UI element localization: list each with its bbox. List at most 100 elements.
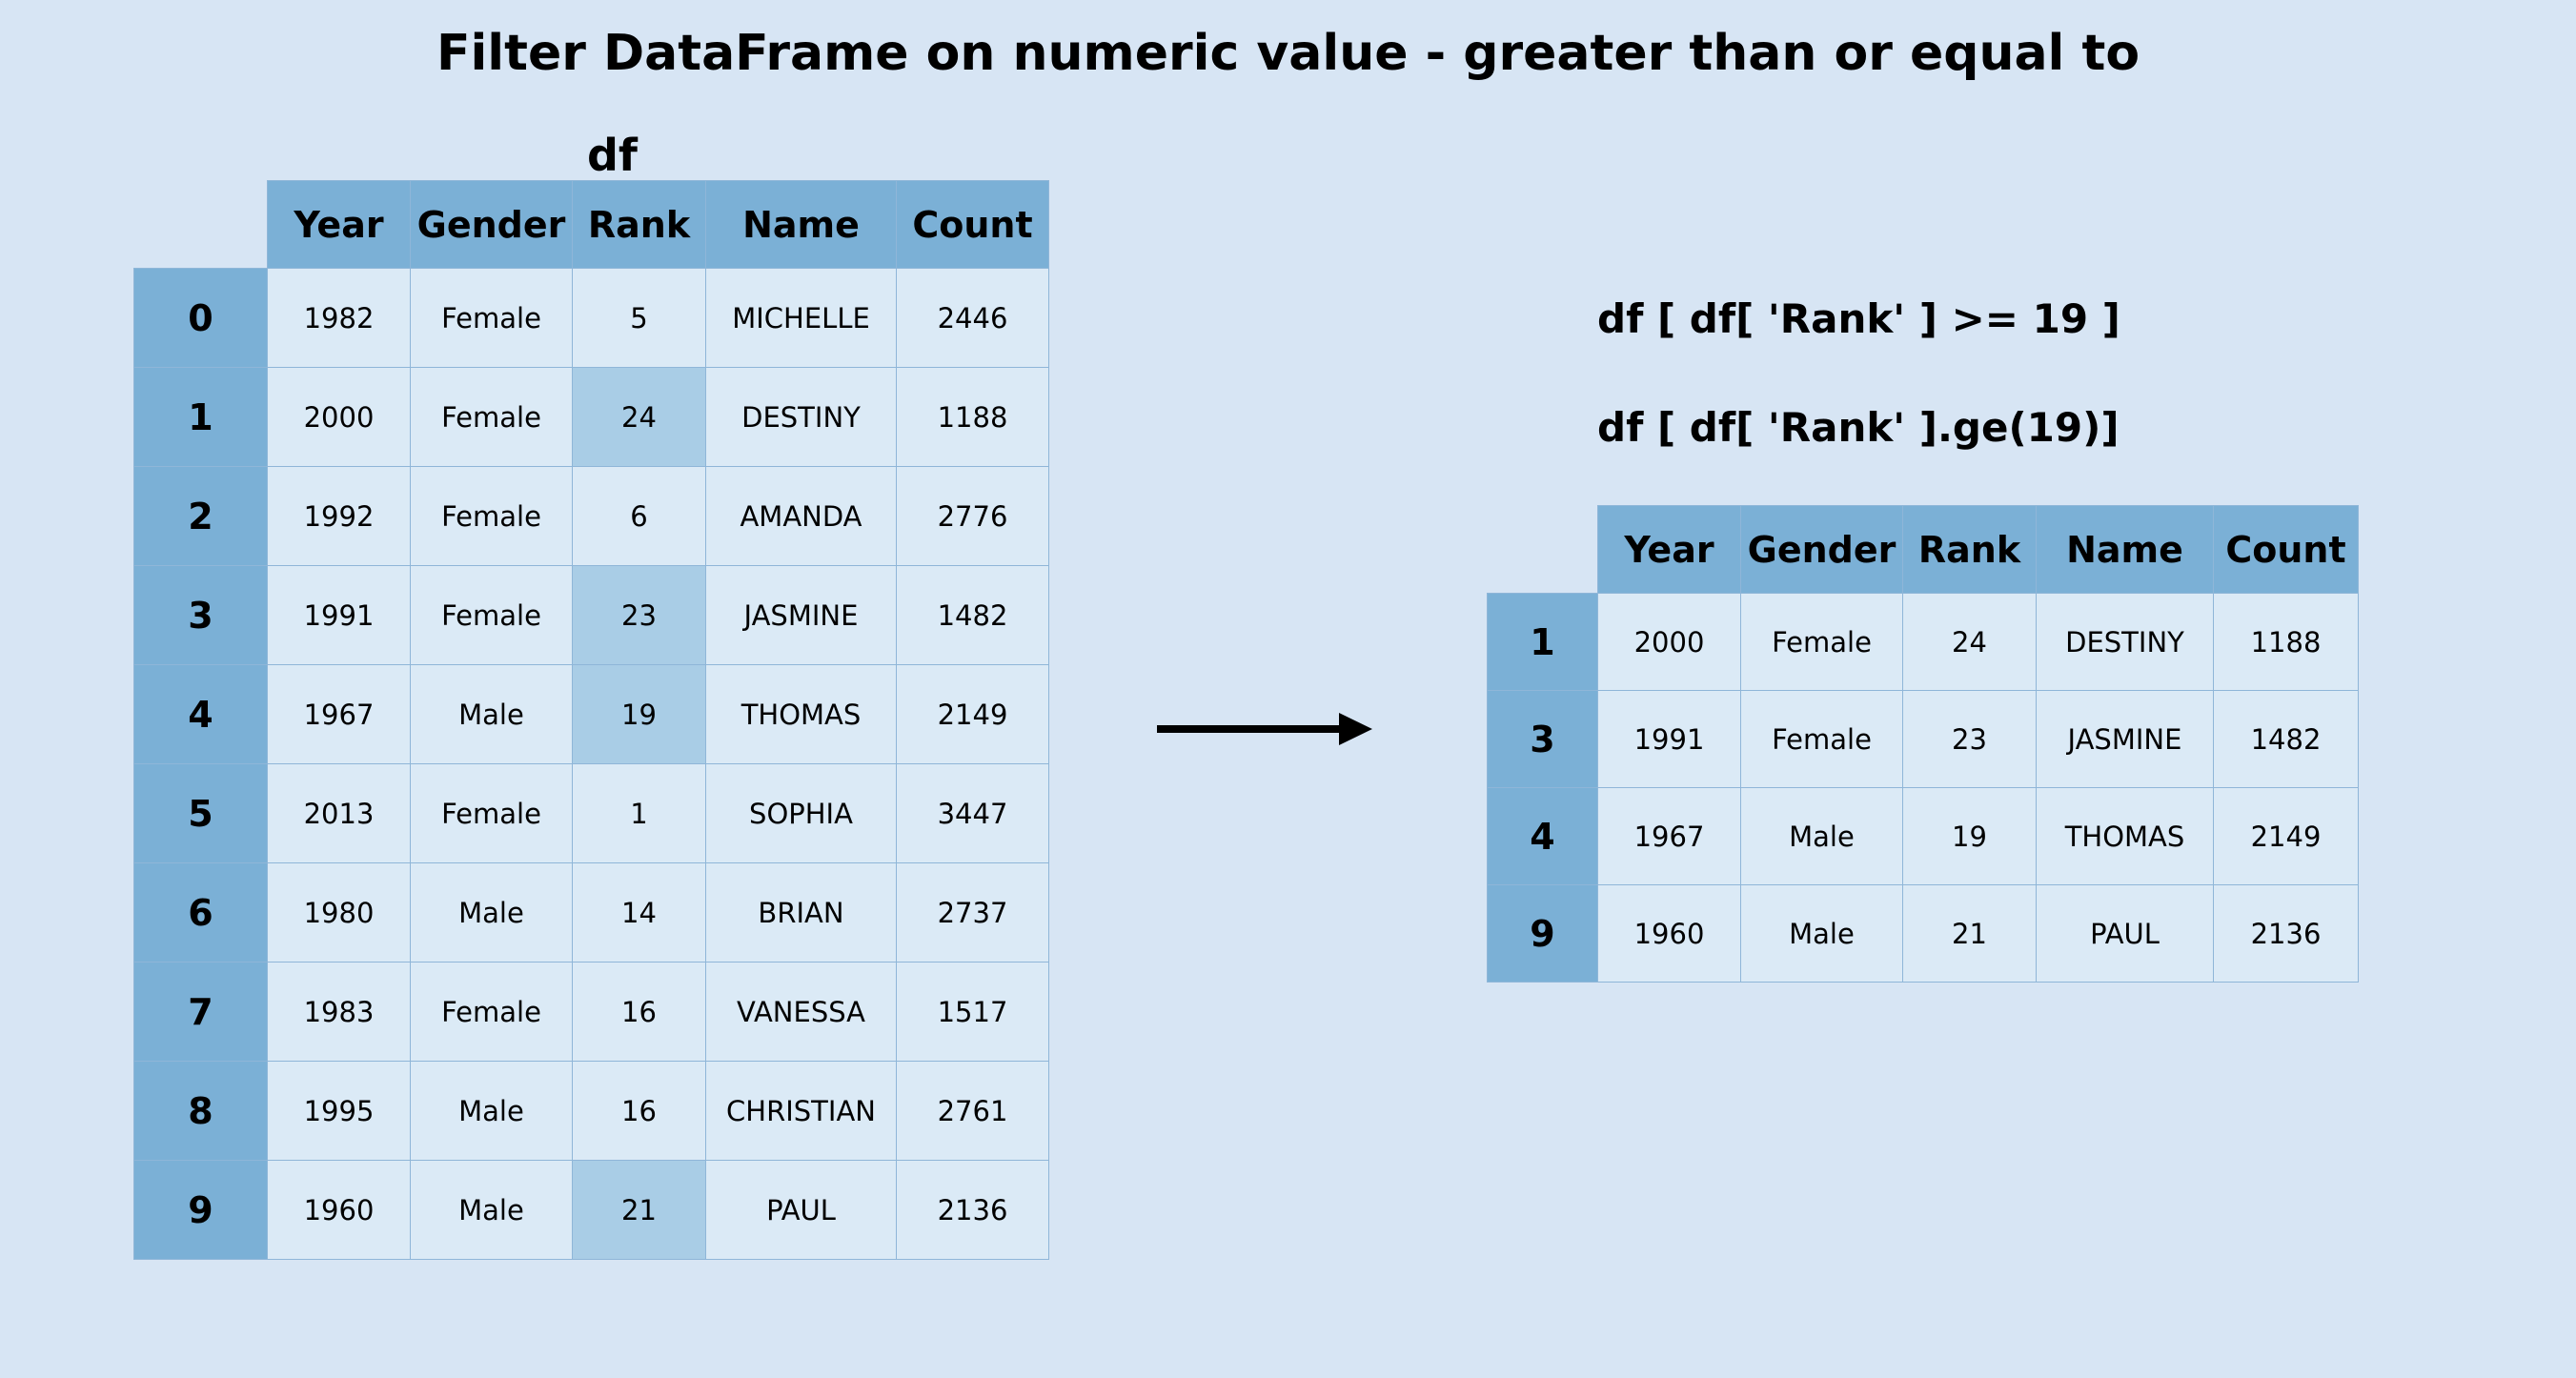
cell: 2000 — [1598, 594, 1741, 691]
cell: Female — [411, 764, 573, 863]
cell: Male — [1741, 885, 1903, 983]
row-index: 9 — [1488, 885, 1598, 983]
row-index: 1 — [1488, 594, 1598, 691]
cell: JASMINE — [2037, 691, 2214, 788]
table-row: 12000Female24DESTINY1188 — [134, 368, 1049, 467]
cell: 1482 — [2214, 691, 2359, 788]
cell: Male — [411, 1161, 573, 1260]
cell: 21 — [573, 1161, 706, 1260]
cell: 23 — [1903, 691, 2037, 788]
table-row: 31991Female23JASMINE1482 — [134, 566, 1049, 665]
cell: 2737 — [897, 863, 1049, 963]
cell: PAUL — [2037, 885, 2214, 983]
row-index: 4 — [1488, 788, 1598, 885]
cell: 1967 — [268, 665, 411, 764]
cell: PAUL — [706, 1161, 897, 1260]
row-index: 2 — [134, 467, 268, 566]
table-corner — [1488, 506, 1598, 594]
cell: 1991 — [1598, 691, 1741, 788]
cell: 24 — [1903, 594, 2037, 691]
cell: 1983 — [268, 963, 411, 1062]
cell: Male — [411, 1062, 573, 1161]
cell: 1482 — [897, 566, 1049, 665]
cell: Female — [411, 269, 573, 368]
table-row: 91960Male21PAUL2136 — [1488, 885, 2359, 983]
cell: Female — [1741, 691, 1903, 788]
cell: 1188 — [2214, 594, 2359, 691]
cell: 1980 — [268, 863, 411, 963]
cell: 1960 — [268, 1161, 411, 1260]
right-dataframe-table: Year Gender Rank Name Count 12000Female2… — [1487, 505, 2359, 983]
row-index: 8 — [134, 1062, 268, 1161]
col-header-name: Name — [2037, 506, 2214, 594]
cell: MICHELLE — [706, 269, 897, 368]
row-index: 5 — [134, 764, 268, 863]
cell: 3447 — [897, 764, 1049, 863]
cell: THOMAS — [706, 665, 897, 764]
code-expression-1: df [ df[ 'Rank' ] >= 19 ] — [1597, 295, 2120, 342]
cell: 1188 — [897, 368, 1049, 467]
table-row: 41967Male19THOMAS2149 — [134, 665, 1049, 764]
col-header-count: Count — [897, 181, 1049, 269]
cell: 1960 — [1598, 885, 1741, 983]
table-row: 52013Female1SOPHIA3447 — [134, 764, 1049, 863]
cell: 2776 — [897, 467, 1049, 566]
col-header-year: Year — [1598, 506, 1741, 594]
table-row: 31991Female23JASMINE1482 — [1488, 691, 2359, 788]
cell: Male — [411, 665, 573, 764]
col-header-gender: Gender — [1741, 506, 1903, 594]
cell: 21 — [1903, 885, 2037, 983]
cell: 19 — [1903, 788, 2037, 885]
cell: Male — [1741, 788, 1903, 885]
cell: 16 — [573, 1062, 706, 1161]
row-index: 3 — [134, 566, 268, 665]
cell: JASMINE — [706, 566, 897, 665]
col-header-rank: Rank — [573, 181, 706, 269]
cell: 1 — [573, 764, 706, 863]
cell: 23 — [573, 566, 706, 665]
cell: 2136 — [897, 1161, 1049, 1260]
cell: DESTINY — [2037, 594, 2214, 691]
col-header-rank: Rank — [1903, 506, 2037, 594]
cell: Female — [411, 566, 573, 665]
left-dataframe-table: Year Gender Rank Name Count 01982Female5… — [133, 180, 1049, 1260]
cell: THOMAS — [2037, 788, 2214, 885]
cell: AMANDA — [706, 467, 897, 566]
table-corner — [134, 181, 268, 269]
cell: 16 — [573, 963, 706, 1062]
cell: Male — [411, 863, 573, 963]
col-header-name: Name — [706, 181, 897, 269]
table-row: 21992Female6AMANDA2776 — [134, 467, 1049, 566]
cell: CHRISTIAN — [706, 1062, 897, 1161]
table-row: 91960Male21PAUL2136 — [134, 1161, 1049, 1260]
cell: Female — [1741, 594, 1903, 691]
row-index: 4 — [134, 665, 268, 764]
cell: 19 — [573, 665, 706, 764]
row-index: 7 — [134, 963, 268, 1062]
cell: DESTINY — [706, 368, 897, 467]
cell: 14 — [573, 863, 706, 963]
page-title: Filter DataFrame on numeric value - grea… — [0, 25, 2576, 82]
arrow-icon — [1153, 705, 1382, 753]
row-index: 1 — [134, 368, 268, 467]
table-row: 61980Male14BRIAN2737 — [134, 863, 1049, 963]
col-header-year: Year — [268, 181, 411, 269]
cell: BRIAN — [706, 863, 897, 963]
col-header-gender: Gender — [411, 181, 573, 269]
cell: 1982 — [268, 269, 411, 368]
cell: 2136 — [2214, 885, 2359, 983]
cell: 6 — [573, 467, 706, 566]
row-index: 9 — [134, 1161, 268, 1260]
table-row: 81995Male16CHRISTIAN2761 — [134, 1062, 1049, 1161]
cell: 2013 — [268, 764, 411, 863]
cell: 2149 — [2214, 788, 2359, 885]
table-row: 01982Female5MICHELLE2446 — [134, 269, 1049, 368]
col-header-count: Count — [2214, 506, 2359, 594]
cell: 1992 — [268, 467, 411, 566]
cell: 1517 — [897, 963, 1049, 1062]
row-index: 6 — [134, 863, 268, 963]
left-table-caption: df — [587, 130, 638, 181]
cell: SOPHIA — [706, 764, 897, 863]
row-index: 3 — [1488, 691, 1598, 788]
cell: VANESSA — [706, 963, 897, 1062]
